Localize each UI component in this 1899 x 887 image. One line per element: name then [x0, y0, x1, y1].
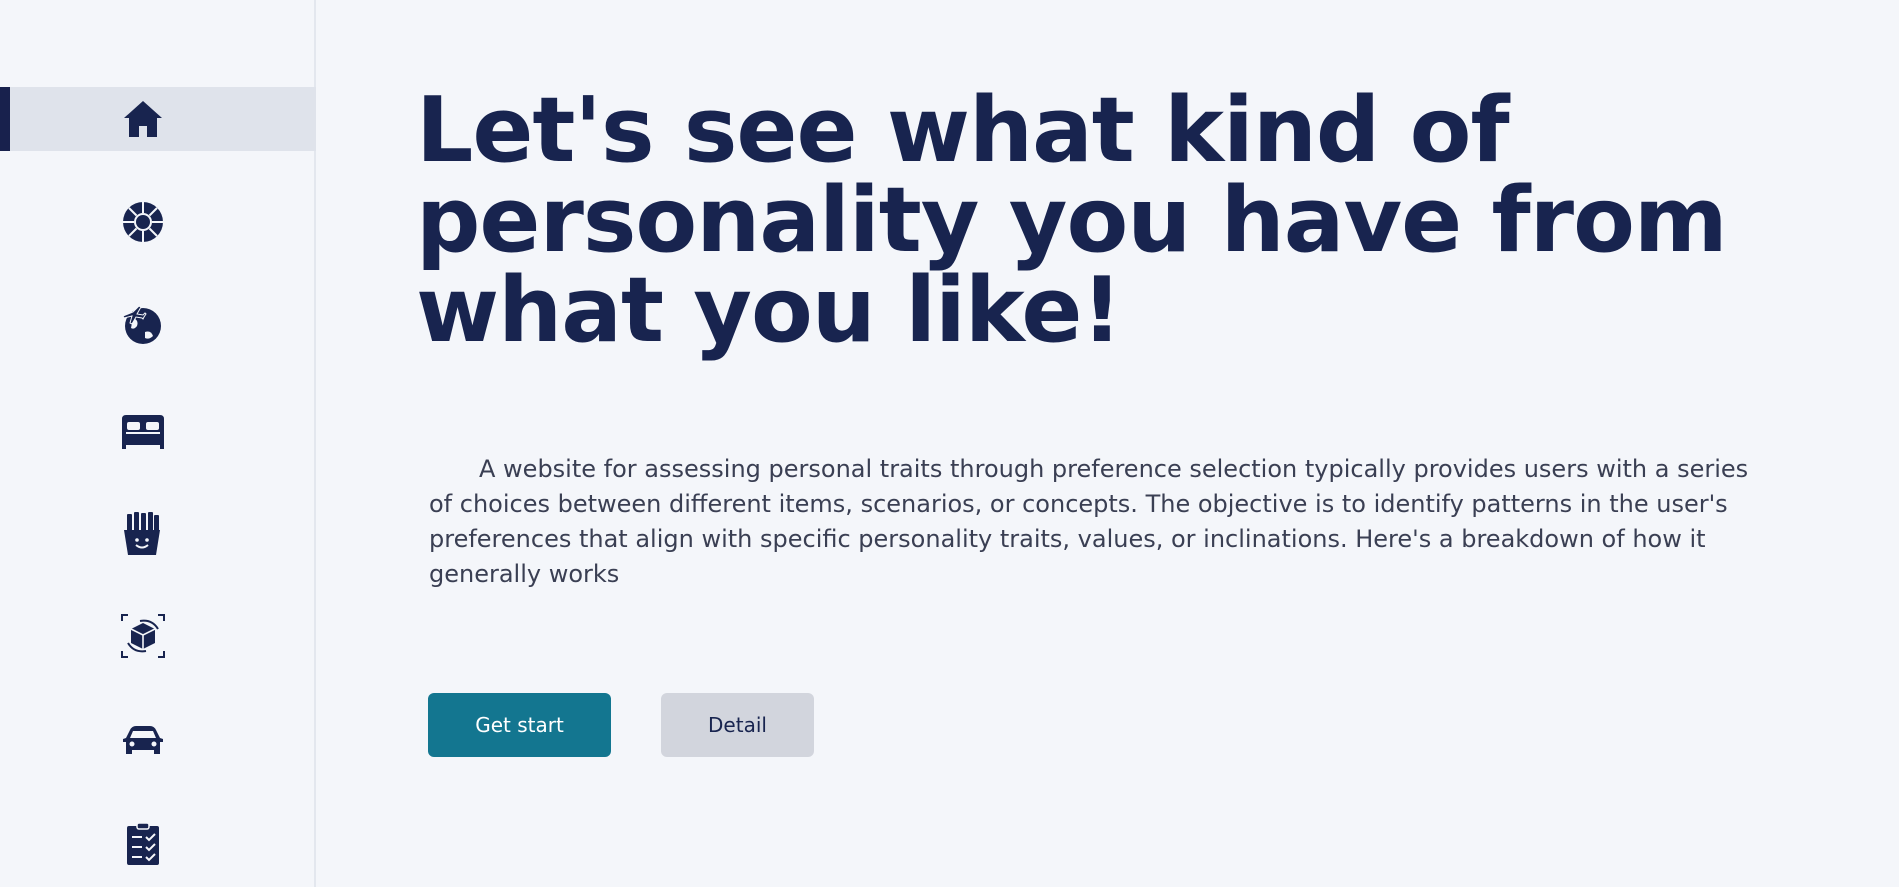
sports-ball-icon	[120, 199, 166, 245]
page-title: Let's see what kind of personality you h…	[416, 78, 1728, 363]
sidebar-item-virtual[interactable]	[0, 604, 316, 668]
sidebar-item-sports[interactable]	[0, 190, 316, 254]
home-icon	[120, 96, 166, 142]
intro-description: A website for assessing personal traits …	[429, 455, 1749, 588]
sidebar	[0, 0, 316, 887]
bed-icon	[120, 409, 166, 455]
sidebar-item-home[interactable]	[0, 87, 316, 151]
sidebar-item-vehicle[interactable]	[0, 709, 316, 773]
get-start-button[interactable]: Get start	[428, 693, 611, 757]
detail-button[interactable]: Detail	[661, 693, 814, 757]
sidebar-item-travel[interactable]	[0, 293, 316, 357]
sidebar-item-quiz[interactable]	[0, 812, 316, 876]
ar-cube-icon	[120, 613, 166, 659]
fries-food-icon	[119, 511, 165, 557]
sidebar-item-stay[interactable]	[0, 400, 316, 464]
travel-globe-icon	[119, 302, 165, 348]
car-icon	[120, 718, 166, 764]
checklist-clipboard-icon	[120, 821, 166, 867]
sidebar-item-food[interactable]	[0, 502, 316, 566]
